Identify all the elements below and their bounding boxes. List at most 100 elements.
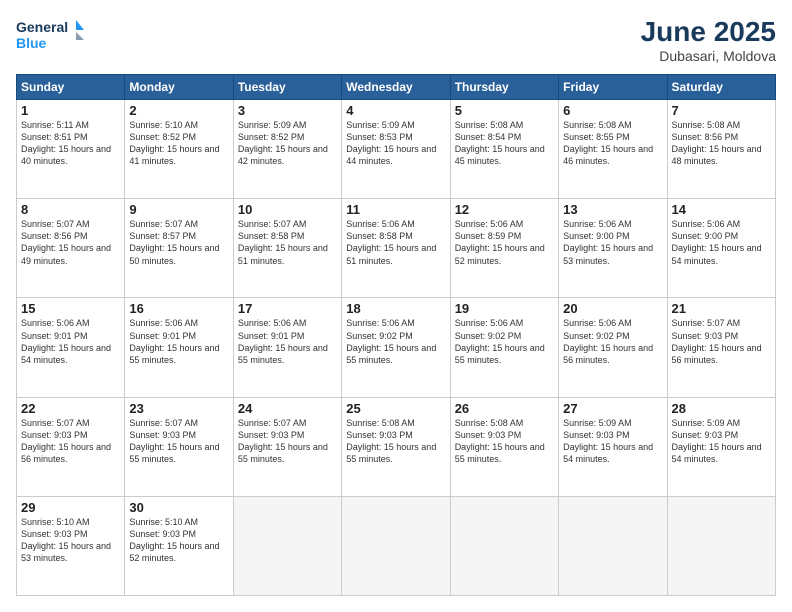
table-cell: 29Sunrise: 5:10 AMSunset: 9:03 PMDayligh… [17, 496, 125, 595]
page: General Blue June 2025 Dubasari, Moldova… [0, 0, 792, 612]
table-cell [342, 496, 450, 595]
table-cell: 11Sunrise: 5:06 AMSunset: 8:58 PMDayligh… [342, 199, 450, 298]
day-info: Sunrise: 5:09 AMSunset: 9:03 PMDaylight:… [563, 417, 662, 466]
logo-svg: General Blue [16, 16, 86, 56]
table-cell: 9Sunrise: 5:07 AMSunset: 8:57 PMDaylight… [125, 199, 233, 298]
calendar-week-row: 8Sunrise: 5:07 AMSunset: 8:56 PMDaylight… [17, 199, 776, 298]
table-cell: 30Sunrise: 5:10 AMSunset: 9:03 PMDayligh… [125, 496, 233, 595]
table-cell [233, 496, 341, 595]
day-number: 6 [563, 103, 662, 118]
title-section: June 2025 Dubasari, Moldova [641, 16, 776, 64]
col-wednesday: Wednesday [342, 75, 450, 100]
day-info: Sunrise: 5:07 AMSunset: 8:56 PMDaylight:… [21, 218, 120, 267]
day-info: Sunrise: 5:07 AMSunset: 9:03 PMDaylight:… [672, 317, 771, 366]
table-cell: 16Sunrise: 5:06 AMSunset: 9:01 PMDayligh… [125, 298, 233, 397]
table-cell: 3Sunrise: 5:09 AMSunset: 8:52 PMDaylight… [233, 100, 341, 199]
day-info: Sunrise: 5:08 AMSunset: 8:54 PMDaylight:… [455, 119, 554, 168]
day-number: 23 [129, 401, 228, 416]
day-number: 25 [346, 401, 445, 416]
day-info: Sunrise: 5:06 AMSunset: 9:02 PMDaylight:… [563, 317, 662, 366]
svg-text:General: General [16, 19, 68, 35]
calendar-week-row: 22Sunrise: 5:07 AMSunset: 9:03 PMDayligh… [17, 397, 776, 496]
day-info: Sunrise: 5:06 AMSunset: 9:02 PMDaylight:… [455, 317, 554, 366]
day-info: Sunrise: 5:06 AMSunset: 8:58 PMDaylight:… [346, 218, 445, 267]
day-number: 27 [563, 401, 662, 416]
table-cell: 25Sunrise: 5:08 AMSunset: 9:03 PMDayligh… [342, 397, 450, 496]
col-tuesday: Tuesday [233, 75, 341, 100]
calendar-week-row: 1Sunrise: 5:11 AMSunset: 8:51 PMDaylight… [17, 100, 776, 199]
table-cell: 15Sunrise: 5:06 AMSunset: 9:01 PMDayligh… [17, 298, 125, 397]
table-cell: 13Sunrise: 5:06 AMSunset: 9:00 PMDayligh… [559, 199, 667, 298]
table-cell: 28Sunrise: 5:09 AMSunset: 9:03 PMDayligh… [667, 397, 775, 496]
svg-text:Blue: Blue [16, 35, 47, 51]
day-number: 3 [238, 103, 337, 118]
table-cell: 12Sunrise: 5:06 AMSunset: 8:59 PMDayligh… [450, 199, 558, 298]
day-number: 17 [238, 301, 337, 316]
day-info: Sunrise: 5:11 AMSunset: 8:51 PMDaylight:… [21, 119, 120, 168]
table-cell: 6Sunrise: 5:08 AMSunset: 8:55 PMDaylight… [559, 100, 667, 199]
day-info: Sunrise: 5:07 AMSunset: 9:03 PMDaylight:… [21, 417, 120, 466]
day-number: 5 [455, 103, 554, 118]
day-info: Sunrise: 5:06 AMSunset: 8:59 PMDaylight:… [455, 218, 554, 267]
day-number: 22 [21, 401, 120, 416]
col-sunday: Sunday [17, 75, 125, 100]
calendar-week-row: 29Sunrise: 5:10 AMSunset: 9:03 PMDayligh… [17, 496, 776, 595]
col-monday: Monday [125, 75, 233, 100]
col-thursday: Thursday [450, 75, 558, 100]
day-number: 13 [563, 202, 662, 217]
day-number: 11 [346, 202, 445, 217]
col-friday: Friday [559, 75, 667, 100]
day-number: 16 [129, 301, 228, 316]
table-cell: 24Sunrise: 5:07 AMSunset: 9:03 PMDayligh… [233, 397, 341, 496]
day-number: 7 [672, 103, 771, 118]
table-cell: 7Sunrise: 5:08 AMSunset: 8:56 PMDaylight… [667, 100, 775, 199]
day-info: Sunrise: 5:06 AMSunset: 9:02 PMDaylight:… [346, 317, 445, 366]
table-cell: 27Sunrise: 5:09 AMSunset: 9:03 PMDayligh… [559, 397, 667, 496]
table-cell [559, 496, 667, 595]
day-number: 20 [563, 301, 662, 316]
table-cell: 10Sunrise: 5:07 AMSunset: 8:58 PMDayligh… [233, 199, 341, 298]
day-info: Sunrise: 5:09 AMSunset: 8:53 PMDaylight:… [346, 119, 445, 168]
day-number: 19 [455, 301, 554, 316]
day-number: 24 [238, 401, 337, 416]
day-number: 4 [346, 103, 445, 118]
day-number: 21 [672, 301, 771, 316]
calendar-table: Sunday Monday Tuesday Wednesday Thursday… [16, 74, 776, 596]
table-cell: 26Sunrise: 5:08 AMSunset: 9:03 PMDayligh… [450, 397, 558, 496]
day-number: 2 [129, 103, 228, 118]
day-info: Sunrise: 5:06 AMSunset: 9:01 PMDaylight:… [21, 317, 120, 366]
day-info: Sunrise: 5:06 AMSunset: 9:01 PMDaylight:… [238, 317, 337, 366]
day-info: Sunrise: 5:08 AMSunset: 9:03 PMDaylight:… [346, 417, 445, 466]
day-number: 1 [21, 103, 120, 118]
day-info: Sunrise: 5:09 AMSunset: 8:52 PMDaylight:… [238, 119, 337, 168]
table-cell: 4Sunrise: 5:09 AMSunset: 8:53 PMDaylight… [342, 100, 450, 199]
table-cell: 17Sunrise: 5:06 AMSunset: 9:01 PMDayligh… [233, 298, 341, 397]
day-info: Sunrise: 5:10 AMSunset: 9:03 PMDaylight:… [129, 516, 228, 565]
month-year-title: June 2025 [641, 16, 776, 48]
table-cell: 2Sunrise: 5:10 AMSunset: 8:52 PMDaylight… [125, 100, 233, 199]
day-number: 12 [455, 202, 554, 217]
day-number: 18 [346, 301, 445, 316]
day-info: Sunrise: 5:06 AMSunset: 9:00 PMDaylight:… [672, 218, 771, 267]
day-info: Sunrise: 5:07 AMSunset: 8:58 PMDaylight:… [238, 218, 337, 267]
day-info: Sunrise: 5:07 AMSunset: 9:03 PMDaylight:… [129, 417, 228, 466]
table-cell [450, 496, 558, 595]
table-cell: 1Sunrise: 5:11 AMSunset: 8:51 PMDaylight… [17, 100, 125, 199]
day-number: 10 [238, 202, 337, 217]
day-info: Sunrise: 5:08 AMSunset: 9:03 PMDaylight:… [455, 417, 554, 466]
day-info: Sunrise: 5:07 AMSunset: 9:03 PMDaylight:… [238, 417, 337, 466]
table-cell: 22Sunrise: 5:07 AMSunset: 9:03 PMDayligh… [17, 397, 125, 496]
calendar-week-row: 15Sunrise: 5:06 AMSunset: 9:01 PMDayligh… [17, 298, 776, 397]
table-cell: 14Sunrise: 5:06 AMSunset: 9:00 PMDayligh… [667, 199, 775, 298]
day-number: 8 [21, 202, 120, 217]
day-info: Sunrise: 5:08 AMSunset: 8:55 PMDaylight:… [563, 119, 662, 168]
day-number: 15 [21, 301, 120, 316]
header: General Blue June 2025 Dubasari, Moldova [16, 16, 776, 64]
day-number: 30 [129, 500, 228, 515]
table-cell: 8Sunrise: 5:07 AMSunset: 8:56 PMDaylight… [17, 199, 125, 298]
table-cell: 23Sunrise: 5:07 AMSunset: 9:03 PMDayligh… [125, 397, 233, 496]
table-cell: 20Sunrise: 5:06 AMSunset: 9:02 PMDayligh… [559, 298, 667, 397]
day-info: Sunrise: 5:08 AMSunset: 8:56 PMDaylight:… [672, 119, 771, 168]
col-saturday: Saturday [667, 75, 775, 100]
day-info: Sunrise: 5:09 AMSunset: 9:03 PMDaylight:… [672, 417, 771, 466]
